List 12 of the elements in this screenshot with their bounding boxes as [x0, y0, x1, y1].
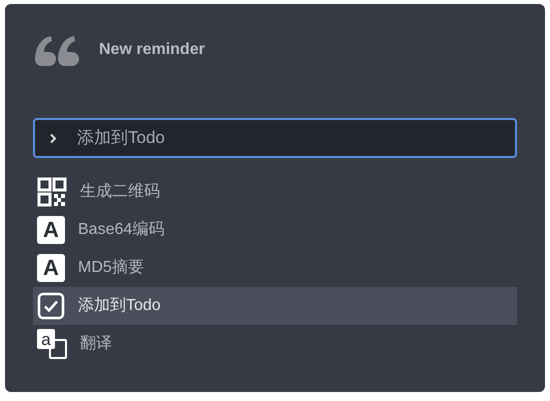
result-item[interactable]: 添加到Todo [33, 287, 517, 325]
window-title: New reminder [99, 40, 205, 60]
result-item[interactable]: 生成二维码 [33, 173, 517, 211]
letter-icon: A [37, 254, 65, 282]
search-field[interactable]: 添加到Todo [33, 118, 517, 158]
result-item[interactable]: A Base64编码 [33, 211, 517, 249]
letter-icon: A [37, 216, 65, 244]
result-item[interactable]: a 翻译 [33, 325, 517, 363]
result-item[interactable]: A MD5摘要 [33, 249, 517, 287]
qr-code-icon [37, 177, 67, 207]
checkbox-icon [37, 292, 65, 320]
chevron-right-icon [49, 132, 57, 144]
